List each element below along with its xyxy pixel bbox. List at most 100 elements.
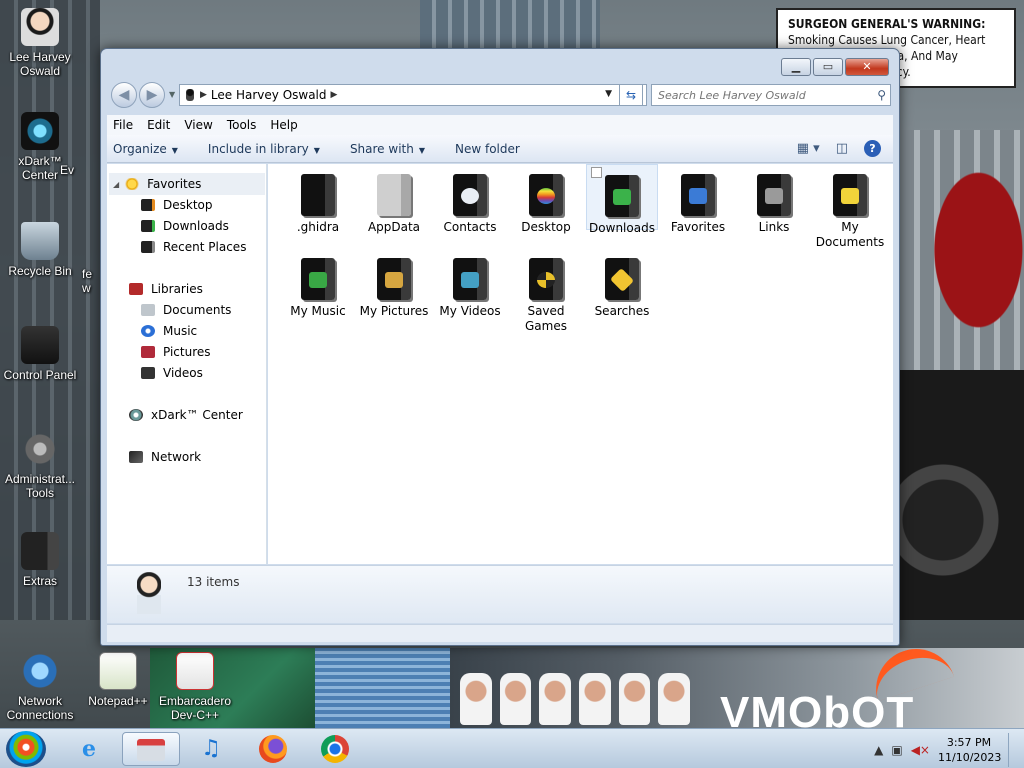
back-button[interactable]: ◀	[111, 82, 137, 108]
nav-libraries[interactable]: Libraries	[129, 282, 203, 296]
share-with-button[interactable]: Share with ▼	[350, 142, 425, 156]
menu-edit[interactable]: Edit	[147, 118, 170, 132]
address-bar[interactable]: ▶ Lee Harvey Oswald ▶ ▼	[179, 84, 647, 106]
folder-item-downloads[interactable]: Downloads	[586, 164, 658, 235]
search-box[interactable]: ⚲	[651, 84, 891, 106]
clock[interactable]: 3:57 PM 11/10/2023	[938, 735, 1001, 765]
folder-icon	[21, 532, 59, 570]
search-icon[interactable]: ⚲	[877, 88, 886, 102]
warning-title: SURGEON GENERAL'S WARNING:	[788, 17, 986, 31]
wallpaper-speaker	[898, 370, 1024, 620]
wallpaper-figures	[460, 655, 691, 725]
menu-help[interactable]: Help	[270, 118, 297, 132]
file-list: .ghidra AppData Contacts Desktop Downloa…	[268, 164, 893, 564]
folder-item-ghidra[interactable]: .ghidra	[282, 168, 354, 235]
close-button[interactable]: ✕	[845, 58, 889, 76]
desktop-icon-partial-fe[interactable]: fe w	[82, 267, 102, 295]
help-icon[interactable]: ?	[864, 140, 881, 157]
desktop-icon-extras[interactable]: Extras	[0, 532, 80, 588]
new-folder-button[interactable]: New folder	[455, 142, 520, 156]
folder-item-desktop[interactable]: Desktop	[510, 168, 582, 235]
folder-item-contacts[interactable]: Contacts	[434, 168, 506, 235]
minimize-button[interactable]: ▁	[781, 58, 811, 76]
maximize-button[interactable]: ▭	[813, 58, 843, 76]
menu-tools[interactable]: Tools	[227, 118, 257, 132]
recycle-bin-icon	[21, 222, 59, 260]
chevron-down-icon: ▼	[418, 145, 425, 155]
forward-button[interactable]: ▶	[139, 82, 165, 108]
breadcrumb-separator-icon[interactable]: ▶	[331, 90, 338, 100]
nav-favorites[interactable]: ◢ Favorites	[109, 173, 265, 195]
nav-videos[interactable]: Videos	[141, 366, 203, 380]
breadcrumb[interactable]: Lee Harvey Oswald	[211, 88, 327, 102]
nav-desktop[interactable]: Desktop	[141, 198, 213, 212]
xdark-icon	[21, 112, 59, 150]
xdark-small-icon	[129, 409, 143, 421]
network-icon	[129, 451, 143, 463]
folder-item-my-music[interactable]: My Music	[282, 252, 354, 319]
desktop-icon-admin-tools[interactable]: Administrat... Tools	[0, 430, 80, 500]
wallpaper-red-shape	[910, 170, 1024, 370]
organize-button[interactable]: Organize ▼	[113, 142, 178, 156]
folder-item-favorites[interactable]: Favorites	[662, 168, 734, 235]
recent-places-icon	[141, 241, 155, 253]
downloads-icon	[141, 220, 155, 232]
folder-item-appdata[interactable]: AppData	[358, 168, 430, 235]
desktop-icon-devcpp[interactable]: Embarcadero Dev-C++	[155, 652, 235, 722]
menu-file[interactable]: File	[113, 118, 133, 132]
nav-music[interactable]: Music	[141, 324, 197, 338]
nav-network[interactable]: Network	[129, 450, 201, 464]
folder-item-searches[interactable]: Searches	[586, 252, 658, 319]
notepad-icon	[99, 652, 137, 690]
recent-pages-dropdown-icon[interactable]: ▼	[169, 90, 175, 99]
command-bar: Organize ▼ Include in library ▼ Share with…	[107, 135, 893, 163]
folder-item-links[interactable]: Links	[738, 168, 810, 235]
desktop-icon-control-panel[interactable]: Control Panel	[0, 326, 80, 382]
folder-item-my-videos[interactable]: My Videos	[434, 252, 506, 319]
volume-muted-icon[interactable]: ◀×	[911, 743, 930, 757]
globe-icon	[21, 652, 59, 690]
music-player-icon[interactable]: ♫	[190, 732, 232, 766]
videos-icon	[141, 367, 155, 379]
search-input[interactable]	[658, 85, 868, 105]
folder-item-saved-games[interactable]: Saved Games	[510, 252, 582, 334]
nav-xdark-center[interactable]: xDark™ Center	[129, 408, 243, 422]
folder-item-my-documents[interactable]: My Documents	[814, 168, 886, 250]
nav-downloads[interactable]: Downloads	[141, 219, 229, 233]
network-tray-icon[interactable]: ▣	[891, 743, 902, 757]
internet-explorer-icon[interactable]: e	[68, 732, 110, 766]
firefox-icon[interactable]	[252, 732, 294, 766]
chrome-icon[interactable]	[314, 732, 356, 766]
desktop-icon-network-connections[interactable]: Network Connections	[0, 652, 80, 722]
desktop-icon-partial-ev[interactable]: Ev	[60, 163, 100, 177]
breadcrumb-separator-icon[interactable]: ▶	[200, 90, 207, 100]
start-button[interactable]	[6, 731, 46, 767]
expand-arrow-icon[interactable]: ◢	[113, 180, 119, 189]
desktop-icon-notepadpp[interactable]: Notepad++	[78, 652, 158, 708]
refresh-button[interactable]: ⇆	[619, 84, 643, 106]
nav-pictures[interactable]: Pictures	[141, 345, 211, 359]
nav-recent-places[interactable]: Recent Places	[141, 240, 246, 254]
star-icon	[125, 178, 140, 190]
file-explorer-taskbar-button[interactable]	[122, 732, 180, 766]
wallpaper-building-left	[0, 0, 100, 620]
gear-icon	[21, 430, 59, 468]
desktop-icon-recycle-bin[interactable]: Recycle Bin	[0, 222, 80, 278]
selection-checkbox[interactable]	[591, 167, 602, 178]
clock-time: 3:57 PM	[946, 736, 992, 749]
show-hidden-icons-icon[interactable]: ▲	[874, 743, 883, 757]
nav-documents[interactable]: Documents	[141, 303, 231, 317]
libraries-icon	[129, 283, 143, 295]
user-small-icon	[186, 89, 194, 101]
include-in-library-button[interactable]: Include in library ▼	[208, 142, 320, 156]
videos-folder-icon	[453, 258, 487, 300]
change-view-icon[interactable]: ▦ ▾	[797, 141, 820, 156]
preview-pane-icon[interactable]: ◫	[836, 141, 848, 156]
show-desktop-button[interactable]	[1008, 733, 1018, 767]
desktop-icon-user-folder[interactable]: Lee Harvey Oswald	[0, 8, 80, 78]
folder-icon	[301, 174, 335, 216]
address-dropdown-icon[interactable]: ▼	[605, 89, 612, 99]
folder-item-my-pictures[interactable]: My Pictures	[358, 252, 430, 319]
menu-view[interactable]: View	[184, 118, 212, 132]
item-count: 13 items	[187, 575, 240, 589]
